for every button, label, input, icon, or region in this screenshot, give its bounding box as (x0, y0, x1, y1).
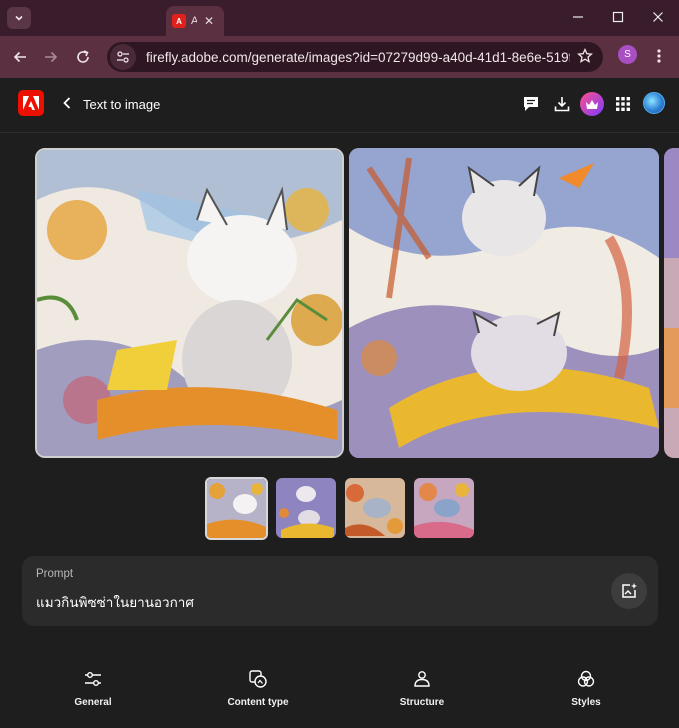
bookmark-star-icon[interactable] (577, 47, 593, 69)
apps-grid-icon (616, 97, 630, 111)
tool-structure-label: Structure (399, 697, 445, 708)
comment-icon (524, 97, 538, 111)
minimize-icon (573, 16, 583, 18)
sliders-icon (85, 672, 101, 686)
back-button[interactable] (8, 45, 32, 69)
tool-styles[interactable]: Styles (541, 668, 631, 708)
styles-icon (577, 670, 595, 687)
prompt-text[interactable]: แมวกินพิซซ่าในยานอวกาศ (36, 591, 194, 613)
minimize-button[interactable] (566, 6, 590, 28)
address-bar[interactable]: firefly.adobe.com/generate/images?id=072… (107, 42, 603, 72)
thumbnail-1[interactable] (205, 477, 268, 540)
crown-icon (586, 99, 598, 109)
adobe-favicon-icon: A (172, 14, 186, 28)
tune-icon (117, 51, 129, 63)
user-avatar[interactable] (643, 92, 665, 114)
download-button[interactable] (551, 93, 573, 115)
thumbnail-3[interactable] (345, 478, 405, 538)
close-icon (653, 12, 663, 22)
tool-structure[interactable]: Structure (377, 668, 467, 708)
chevron-down-icon (15, 15, 23, 21)
browser-tab-active[interactable]: A A ✕ (166, 6, 224, 36)
firefly-app: Text to image Prompt แมวกินพิซซ่าในยานอว… (0, 78, 679, 728)
browser-toolbar: firefly.adobe.com/generate/images?id=072… (0, 36, 679, 78)
apps-grid-button[interactable] (612, 93, 634, 115)
tool-content-type-label: Content type (227, 697, 289, 708)
forward-button[interactable] (39, 45, 63, 69)
chevron-left-icon (63, 97, 71, 109)
premium-crown-button[interactable] (580, 92, 604, 116)
arrow-left-icon (13, 51, 26, 63)
site-info-button[interactable] (110, 44, 136, 70)
image-sparkle-icon (622, 583, 637, 598)
tab-close-icon[interactable]: ✕ (204, 14, 214, 28)
browser-menu-button[interactable] (650, 45, 668, 67)
generated-image-2[interactable] (349, 148, 659, 458)
download-icon (554, 97, 570, 112)
tool-general[interactable]: General (48, 668, 138, 708)
tab-search-button[interactable] (7, 7, 31, 29)
maximize-icon (612, 11, 624, 23)
more-vertical-icon (657, 49, 661, 63)
bottom-toolbar: General Content type Structure Styles (0, 658, 679, 728)
tool-general-label: General (74, 697, 112, 708)
adobe-logo-icon[interactable] (18, 90, 44, 116)
reload-button[interactable] (71, 45, 95, 69)
generate-button[interactable] (611, 573, 647, 609)
prompt-panel[interactable]: Prompt แมวกินพิซซ่าในยานอวกาศ (22, 556, 658, 626)
tool-styles-label: Styles (571, 697, 601, 708)
generated-image-3[interactable] (664, 148, 679, 458)
close-window-button[interactable] (646, 6, 670, 28)
prompt-label: Prompt (36, 568, 74, 580)
arrow-right-icon (45, 51, 58, 63)
url-text: firefly.adobe.com/generate/images?id=072… (146, 49, 570, 65)
tab-title: A (191, 15, 197, 27)
app-header: Text to image (0, 78, 679, 133)
feedback-button[interactable] (520, 93, 542, 115)
back-to-home-button[interactable] (60, 94, 74, 112)
page-title: Text to image (83, 97, 161, 112)
tool-content-type[interactable]: Content type (213, 668, 303, 708)
maximize-button[interactable] (606, 6, 630, 28)
thumbnail-2[interactable] (276, 478, 336, 538)
content-type-icon (249, 670, 267, 688)
thumbnail-4[interactable] (414, 478, 474, 538)
reload-icon (77, 50, 89, 63)
generated-image-1[interactable] (35, 148, 344, 458)
browser-tab-bar: A A ✕ (0, 0, 679, 36)
profile-avatar[interactable]: S (618, 45, 637, 64)
structure-icon (414, 671, 430, 687)
